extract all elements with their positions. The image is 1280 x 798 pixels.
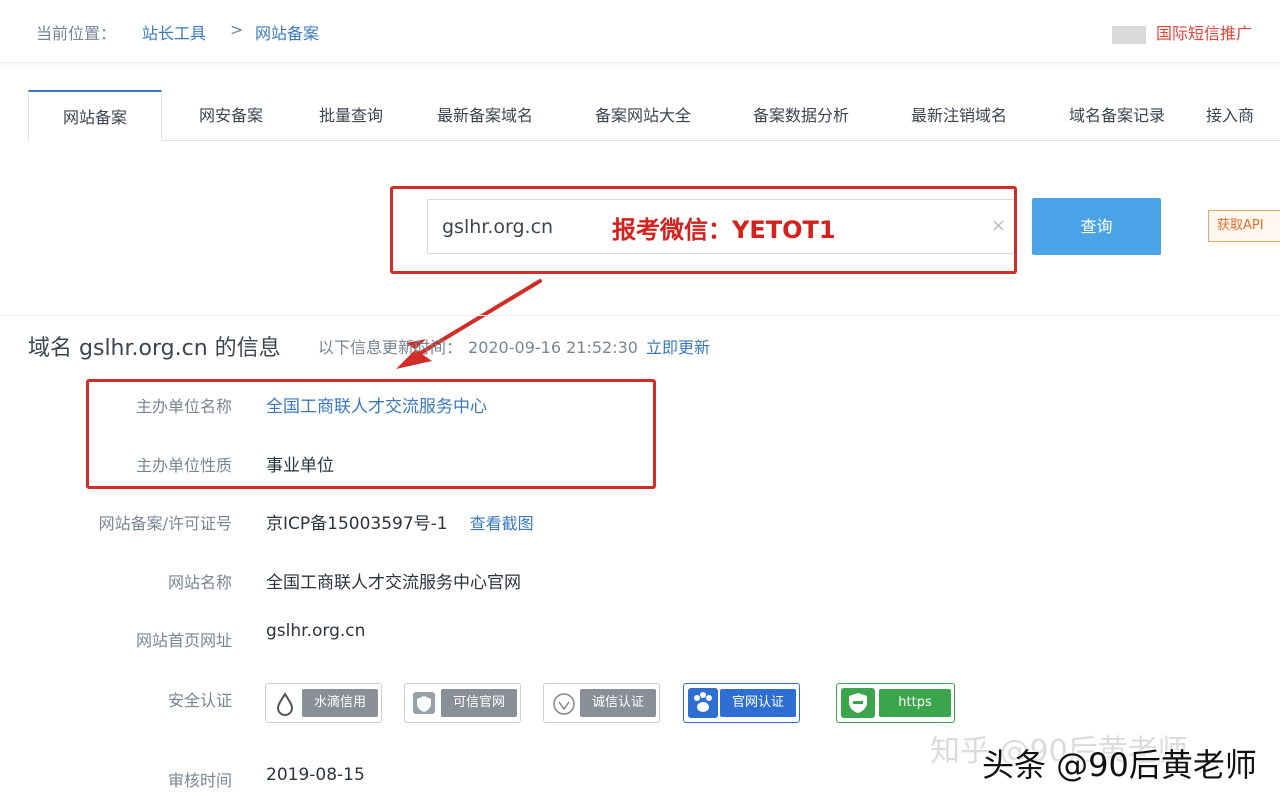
ad-icon (1112, 25, 1146, 44)
info-title-domain: gslhr.org.cn (79, 336, 208, 361)
arrow-icon (396, 279, 542, 369)
paw-icon (688, 688, 718, 718)
breadcrumb-link-icp[interactable]: 网站备案 (255, 20, 319, 44)
tab-batch[interactable]: 批量查询 (296, 90, 406, 140)
page: 当前位置： 站长工具 > 网站备案 国际短信推广 网站备案 网安备案 批量查询 … (0, 0, 1280, 798)
watermark-main: 头条 @90后黄老师 (982, 746, 1257, 784)
label-site-name: 网站名称 (167, 573, 232, 592)
search-button[interactable]: 查询 (1032, 198, 1161, 255)
update-link[interactable]: 立即更新 (646, 338, 710, 357)
badge-water-credit[interactable]: 水滴信用 (265, 683, 382, 723)
lock-icon (841, 688, 875, 718)
tab-analysis[interactable]: 备案数据分析 (736, 90, 866, 140)
label-security: 安全认证 (167, 691, 232, 710)
updated-time: 2020-09-16 21:52:30 (468, 338, 638, 357)
breadcrumb-bar: 当前位置： 站长工具 > 网站备案 国际短信推广 (0, 0, 1280, 63)
divider (0, 315, 1280, 316)
tab-bar: 网站备案 网安备案 批量查询 最新备案域名 备案网站大全 备案数据分析 最新注销… (28, 90, 1280, 141)
tab-records[interactable]: 域名备案记录 (1052, 90, 1182, 140)
tab-icp[interactable]: 网站备案 (28, 90, 162, 141)
info-sub-prefix: 以下信息更新时间： (318, 338, 463, 357)
badge-official-label: 官网认证 (720, 689, 796, 717)
tab-cancelled[interactable]: 最新注销域名 (894, 90, 1024, 140)
label-license: 网站备案/许可证号 (98, 514, 232, 533)
badge-https-label: https (879, 689, 951, 717)
highlight-box-org (86, 379, 656, 489)
api-button[interactable]: 获取API (1208, 210, 1280, 242)
value-license: 京ICP备15003597号-1 (266, 514, 448, 534)
drop-icon (276, 692, 294, 716)
value-review-time: 2019-08-15 (266, 765, 365, 785)
label-homepage: 网站首页网址 (135, 631, 232, 650)
breadcrumb-separator: > (230, 20, 244, 39)
breadcrumb-prefix: 当前位置： (36, 24, 117, 43)
breadcrumb-link-tools[interactable]: 站长工具 (142, 20, 206, 44)
value-site-name: 全国工商联人才交流服务中心官网 (266, 573, 521, 593)
badge-trusted-site[interactable]: 可信官网 (404, 683, 521, 723)
shield-icon (413, 692, 435, 714)
highlight-box-search (390, 186, 1017, 274)
view-screenshot-link[interactable]: 查看截图 (470, 514, 534, 533)
badge-integrity-label: 诚信认证 (580, 689, 656, 717)
info-title-suffix: 的信息 (214, 336, 281, 361)
value-homepage[interactable]: gslhr.org.cn (266, 621, 365, 641)
badge-water-label: 水滴信用 (302, 689, 378, 717)
info-update-line: 以下信息更新时间： 2020-09-16 21:52:30 立即更新 (318, 334, 710, 358)
info-title-prefix: 域名 (28, 336, 73, 361)
ad-link[interactable]: 国际短信推广 (1112, 20, 1252, 44)
ad-label: 国际短信推广 (1156, 24, 1253, 43)
badge-https[interactable]: https (836, 683, 955, 723)
tab-police[interactable]: 网安备案 (176, 90, 286, 140)
tab-new-domains[interactable]: 最新备案域名 (420, 90, 550, 140)
badge-official[interactable]: 官网认证 (683, 683, 800, 723)
label-review-time: 审核时间 (167, 771, 232, 790)
badge-trusted-label: 可信官网 (441, 689, 517, 717)
tab-provider[interactable]: 接入商 (1206, 90, 1280, 140)
check-icon (553, 693, 575, 715)
badge-integrity[interactable]: 诚信认证 (543, 683, 660, 723)
tab-site-list[interactable]: 备案网站大全 (578, 90, 708, 140)
license-row: 京ICP备15003597号-1 查看截图 (266, 509, 534, 534)
info-title: 域名 gslhr.org.cn 的信息 (28, 330, 281, 362)
